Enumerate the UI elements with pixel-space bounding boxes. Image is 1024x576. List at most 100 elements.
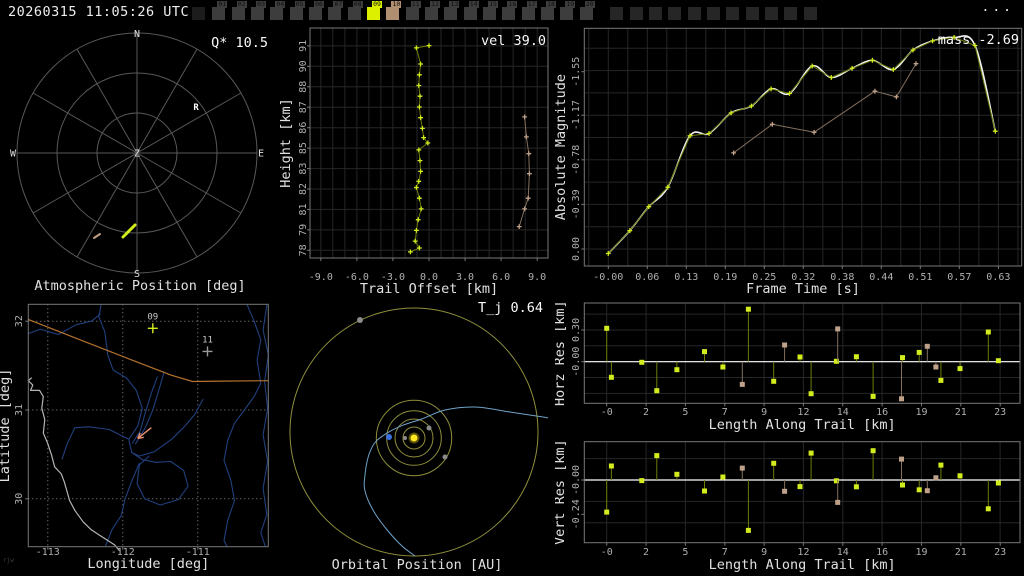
- frame-box-09[interactable]: 09: [366, 1, 382, 20]
- svg-text:Absolute Magnitude: Absolute Magnitude: [555, 74, 569, 220]
- site-10-streak: [93, 233, 101, 239]
- svg-text:mass -2.69: mass -2.69: [938, 32, 1019, 48]
- svg-text:2: 2: [643, 407, 649, 418]
- lat-lon-grid: [28, 304, 269, 547]
- site-09-trail: [408, 43, 432, 255]
- frame-box-label: 07: [333, 0, 344, 8]
- svg-text:Latitude [deg]: Latitude [deg]: [0, 369, 13, 483]
- svg-text:-0: -0: [601, 407, 613, 418]
- site-09-lightcurve: [605, 35, 998, 256]
- frame-box-extra-11[interactable]: [803, 7, 817, 20]
- frame-box-20[interactable]: 20: [579, 1, 595, 20]
- frame-box-04[interactable]: 04: [270, 1, 286, 20]
- svg-text:Atmospheric Position [deg]: Atmospheric Position [deg]: [34, 278, 245, 294]
- frame-box-extra-2[interactable]: [629, 7, 643, 20]
- site-marker-09: 09: [147, 312, 158, 334]
- svg-text:-0.24: -0.24: [571, 499, 582, 529]
- frame-box-extra-6[interactable]: [706, 7, 720, 20]
- svg-text:19: 19: [915, 547, 927, 558]
- frame-box-extra-5[interactable]: [687, 7, 701, 20]
- frame-box-01[interactable]: 01: [212, 1, 228, 20]
- frame-box-label: 19: [565, 0, 576, 8]
- frame-box-12[interactable]: 12: [424, 1, 440, 20]
- svg-text:-0.39: -0.39: [571, 189, 582, 219]
- frame-box-03[interactable]: 03: [251, 1, 266, 20]
- svg-text:-113: -113: [36, 547, 60, 558]
- frame-box-label: 01: [217, 0, 228, 8]
- frame-box-07[interactable]: 07: [328, 1, 344, 20]
- svg-text:E: E: [258, 149, 264, 160]
- svg-text:-0.00: -0.00: [593, 272, 623, 283]
- svg-text:19: 19: [915, 407, 927, 418]
- frame-box-label: 20: [584, 0, 595, 8]
- frame-box-extra-3[interactable]: [649, 7, 662, 20]
- svg-text:Vert Res [km]: Vert Res [km]: [555, 440, 568, 545]
- svg-text:-0.78: -0.78: [571, 145, 582, 175]
- atmospheric-position-panel: NSW EZRQ* 10.5Atmospheric Position [deg]: [10, 29, 268, 294]
- svg-text:87: 87: [298, 101, 309, 113]
- frame-box-label: 13: [449, 0, 460, 8]
- svg-text:T_j 0.64: T_j 0.64: [478, 300, 543, 316]
- frame-box-08[interactable]: 08: [347, 1, 363, 20]
- axis-ticks: -113 -112 -111323130: [14, 315, 210, 558]
- svg-text:11: 11: [202, 335, 213, 345]
- frame-box-extra-9[interactable]: [764, 7, 778, 20]
- frame-box-11[interactable]: 11: [405, 1, 421, 20]
- site-09-horz-res: [604, 306, 1001, 399]
- planet-orbits: [289, 307, 539, 557]
- svg-text:5: 5: [682, 407, 688, 418]
- frame-box-14[interactable]: 14: [463, 1, 479, 20]
- frame-box-label: 03: [256, 0, 266, 8]
- frame-box-02[interactable]: 02: [231, 1, 247, 20]
- frame-box-extra-10[interactable]: [784, 7, 798, 20]
- svg-text:31: 31: [14, 404, 25, 416]
- frame-box-extra-1[interactable]: [610, 7, 624, 20]
- frame-box-10[interactable]: 10: [386, 1, 402, 20]
- frame-box-extra-8[interactable]: [745, 7, 759, 20]
- svg-text:83: 83: [298, 163, 309, 175]
- absolute-magnitude-panel: -0.00 0.06 0.13 0.19 0.25 0.32 0.38 0.44 0.51 0.5…: [555, 27, 1023, 297]
- grid: [584, 303, 1020, 404]
- frame-box-label: 08: [352, 0, 363, 8]
- frame-box-label: 04: [275, 0, 286, 8]
- svg-text:0.13: 0.13: [674, 272, 698, 283]
- svg-text:0.63: 0.63: [986, 272, 1010, 283]
- frame-box-label: 15: [488, 0, 498, 8]
- svg-text:vel 39.0: vel 39.0: [481, 33, 546, 49]
- frame-box-13[interactable]: 13: [444, 1, 460, 20]
- frame-box-00[interactable]: [192, 7, 205, 20]
- frame-box-18[interactable]: 18: [540, 1, 556, 20]
- ground-track-map-panel: 0911-113 -112 -111323130Longitude [deg]Lat…: [0, 303, 269, 572]
- horz-residuals-panel: -0 2 5 7 9 12 14 16 19 21 230.30-0.00Length Along …: [555, 300, 1021, 433]
- frame-box-17[interactable]: 17: [521, 1, 537, 20]
- svg-text:09: 09: [147, 312, 158, 322]
- frame-box-05[interactable]: 05: [289, 1, 305, 20]
- svg-text:-1.55: -1.55: [571, 57, 582, 87]
- coastline: [27, 377, 120, 551]
- frame-box-15[interactable]: 15: [482, 1, 498, 20]
- svg-text:-0.00: -0.00: [571, 465, 582, 495]
- site-marker-11: 11: [202, 335, 213, 357]
- svg-text:-1.17: -1.17: [571, 100, 582, 130]
- frame-box-06[interactable]: 06: [308, 1, 324, 20]
- frame-box-label: 16: [507, 0, 518, 8]
- frame-box-extra-7[interactable]: [726, 7, 740, 20]
- watermark: rjw: [3, 557, 14, 564]
- rivers: [27, 304, 269, 548]
- frame-box-19[interactable]: 19: [560, 1, 576, 20]
- frame-box-extra-4[interactable]: [668, 7, 682, 20]
- frame-box-label: 02: [236, 0, 247, 8]
- frame-box-16[interactable]: 16: [502, 1, 518, 20]
- svg-text:0.00: 0.00: [571, 237, 582, 261]
- svg-text:23: 23: [994, 407, 1006, 418]
- jupiter: [357, 317, 363, 323]
- plot-border: [583, 302, 1021, 404]
- svg-text:30: 30: [14, 493, 25, 505]
- site-09-streak: [121, 223, 137, 239]
- svg-text:23: 23: [994, 547, 1006, 558]
- svg-text:Length Along Trail [km]: Length Along Trail [km]: [709, 557, 896, 573]
- menu-button[interactable]: ...: [982, 0, 1014, 15]
- mars: [442, 454, 448, 460]
- svg-text:Height [km]: Height [km]: [280, 98, 294, 187]
- svg-text:-9.0: -9.0: [309, 272, 333, 283]
